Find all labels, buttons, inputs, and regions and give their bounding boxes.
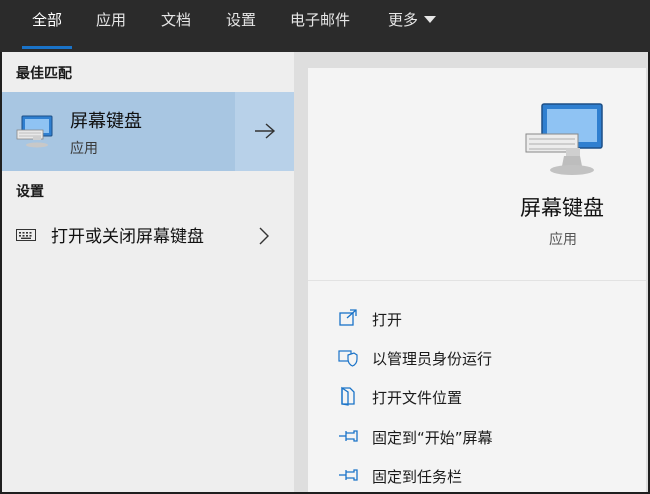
best-match-result: 屏幕键盘 应用 [2, 92, 294, 171]
tab-label: 设置 [226, 11, 257, 29]
tab-all[interactable]: 全部 [22, 0, 73, 52]
on-screen-keyboard-icon [525, 103, 603, 175]
open-icon [339, 309, 357, 326]
tab-more[interactable]: 更多 [388, 0, 437, 52]
detail-subtitle: 应用 [549, 232, 577, 248]
tab-settings[interactable]: 设置 [226, 0, 256, 52]
settings-header: 设置 [16, 184, 44, 200]
action-label: 固定到“开始”屏幕 [372, 429, 493, 447]
expand-details-button[interactable] [235, 92, 294, 171]
tab-apps[interactable]: 应用 [96, 0, 126, 52]
search-tab-bar: 全部 应用 文档 设置 电子邮件 更多 [0, 0, 650, 52]
on-screen-keyboard-icon [16, 115, 53, 148]
pin-icon [339, 430, 358, 442]
action-open-file-location[interactable]: 打开文件位置 [308, 378, 646, 414]
arrow-right-icon [255, 123, 276, 139]
setting-label: 打开或关闭屏幕键盘 [51, 227, 204, 247]
chevron-right-icon [259, 227, 269, 245]
active-tab-indicator [22, 46, 73, 49]
tab-label: 更多 [388, 11, 419, 29]
best-match-item[interactable]: 屏幕键盘 应用 [2, 92, 233, 171]
action-open[interactable]: 打开 [308, 300, 646, 336]
folder-icon [341, 386, 355, 406]
chevron-down-icon [424, 16, 437, 23]
action-label: 打开文件位置 [372, 389, 463, 407]
keyboard-icon [16, 229, 36, 241]
action-label: 固定到任务栏 [372, 468, 463, 486]
action-label: 打开 [372, 311, 403, 329]
pin-icon [339, 469, 358, 481]
best-match-title: 屏幕键盘 [70, 111, 142, 132]
action-label: 以管理员身份运行 [372, 350, 493, 368]
detail-divider [308, 280, 646, 281]
detail-title: 屏幕键盘 [520, 196, 604, 220]
tab-label: 应用 [96, 11, 127, 29]
tab-email[interactable]: 电子邮件 [290, 0, 350, 52]
tab-label: 文档 [161, 11, 192, 29]
setting-toggle-on-screen-keyboard[interactable]: 打开或关闭屏幕键盘 [2, 215, 294, 255]
action-pin-to-start[interactable]: 固定到“开始”屏幕 [308, 418, 646, 454]
results-panel: 最佳匹配 屏幕键盘 应用 设置 打开或关闭屏幕键盘 [2, 52, 294, 492]
action-run-as-admin[interactable]: 以管理员身份运行 [308, 339, 646, 375]
tab-label: 电子邮件 [290, 11, 351, 29]
tab-label: 全部 [32, 11, 63, 29]
action-pin-to-taskbar[interactable]: 固定到任务栏 [308, 457, 646, 493]
tab-documents[interactable]: 文档 [161, 0, 191, 52]
best-match-subtitle: 应用 [70, 141, 98, 157]
detail-panel: 屏幕键盘 应用 打开 以管理员身份运行 打开文件位置 固定到“开始”屏幕 固定到… [308, 68, 646, 492]
shield-icon [338, 350, 358, 367]
best-match-header: 最佳匹配 [16, 66, 72, 82]
